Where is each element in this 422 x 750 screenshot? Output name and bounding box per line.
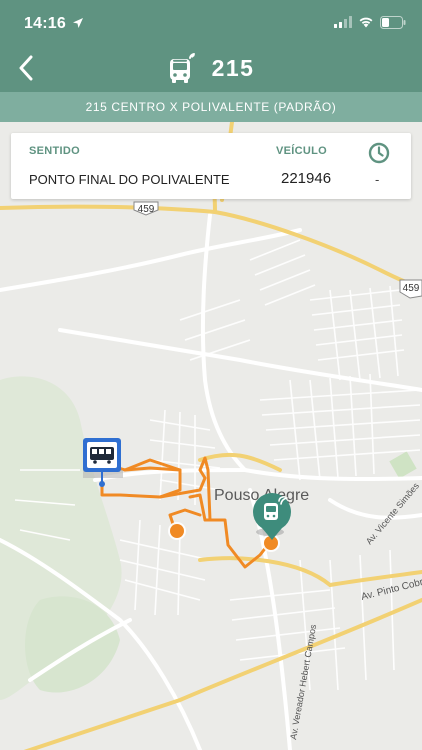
status-time: 14:16 <box>24 15 66 32</box>
vehicle-value: 221946 <box>281 170 332 187</box>
location-arrow-icon <box>73 18 83 28</box>
svg-text:459: 459 <box>138 204 155 215</box>
title-group: 215 <box>0 50 422 86</box>
arrival-time-value: - <box>375 172 380 187</box>
clock-icon <box>368 142 390 164</box>
map-canvas[interactable]: 459 459 Av. Pinto Cobra Av. Vicente Simõ… <box>0 122 422 750</box>
signal-icon <box>334 16 352 28</box>
direction-value: PONTO FINAL DO POLIVALENTE <box>29 172 230 187</box>
nav-bar: 215 <box>0 44 422 92</box>
vehicle-header: VEÍCULO <box>276 145 327 157</box>
svg-text:459: 459 <box>403 283 420 294</box>
status-bar: 14:16 <box>0 0 422 44</box>
page-title: 215 <box>211 54 255 81</box>
status-icons <box>334 15 406 29</box>
bus-icon <box>169 53 195 83</box>
stop-marker[interactable] <box>168 522 186 540</box>
route-name: 215 CENTRO X POLIVALENTE (PADRÃO) <box>85 100 337 114</box>
route-name-bar: 215 CENTRO X POLIVALENTE (PADRÃO) <box>0 92 422 122</box>
wifi-icon <box>359 17 373 28</box>
direction-header: SENTIDO <box>29 145 80 157</box>
battery-icon <box>380 15 406 29</box>
route-info-card: SENTIDO VEÍCULO PONTO FINAL DO POLIVALEN… <box>11 133 411 199</box>
map-view[interactable]: 459 459 Av. Pinto Cobra Av. Vicente Simõ… <box>0 122 422 750</box>
app-header: 14:16 215 <box>0 0 422 92</box>
